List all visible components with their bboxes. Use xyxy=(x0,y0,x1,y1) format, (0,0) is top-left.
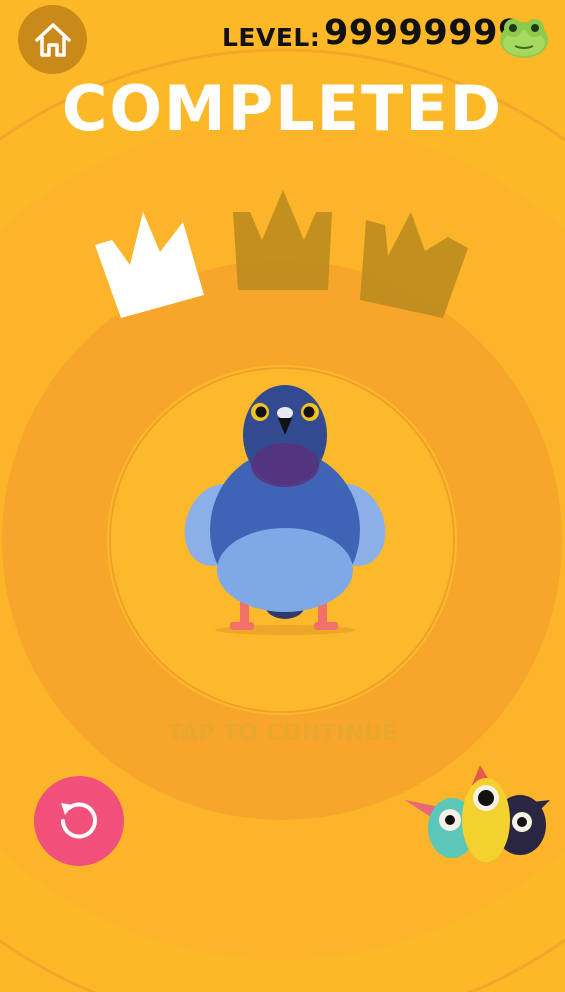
frog-avatar-icon[interactable] xyxy=(497,8,551,62)
crown-empty-3 xyxy=(360,212,468,318)
restart-button[interactable] xyxy=(34,776,124,866)
completed-title: COMPLETED xyxy=(61,72,504,145)
crown-empty-2 xyxy=(233,190,332,290)
home-icon xyxy=(34,22,71,57)
crown-rating xyxy=(95,190,468,318)
pigeon-character xyxy=(184,385,386,635)
level-value: 99999999 xyxy=(324,13,523,53)
tap-to-continue[interactable]: TAP TO CONTINUE xyxy=(0,721,565,746)
crown-earned-1 xyxy=(95,212,204,318)
restart-icon xyxy=(61,802,97,839)
level-label: LEVEL: xyxy=(222,23,321,52)
home-button[interactable] xyxy=(18,5,87,74)
bird-trio-characters[interactable] xyxy=(400,760,560,870)
